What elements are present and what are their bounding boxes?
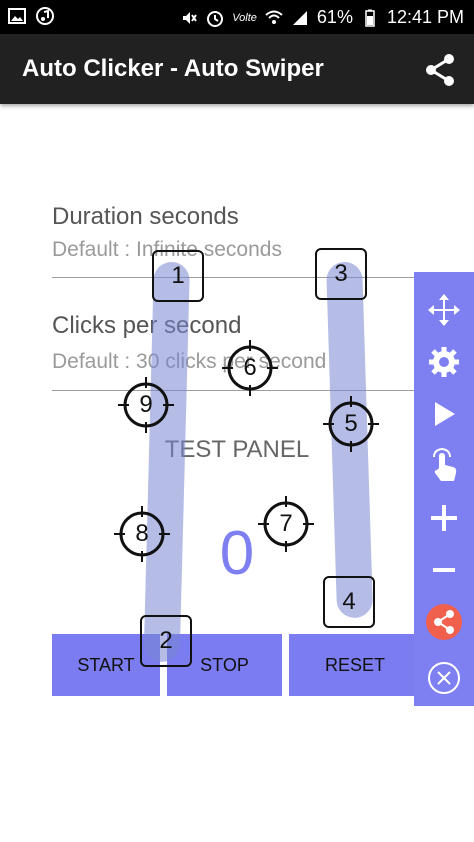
swipe-point-2[interactable]: 2	[140, 615, 192, 667]
click-target-7-label: 7	[279, 510, 293, 537]
signal-icon	[292, 10, 307, 25]
app-title: Auto Clicker - Auto Swiper	[22, 55, 324, 82]
add-target-button[interactable]	[426, 500, 462, 536]
click-target-7[interactable]: 7	[258, 496, 314, 552]
move-icon	[428, 294, 460, 326]
click-target-5-label: 5	[344, 410, 358, 437]
play-icon	[435, 402, 455, 426]
clicks-input[interactable]: Default : 30 clicks per second	[52, 350, 326, 374]
battery-percent: 61%	[316, 7, 353, 27]
play-button[interactable]	[426, 396, 462, 432]
close-icon	[428, 662, 460, 694]
swipe-point-4[interactable]: 4	[323, 576, 375, 628]
clicks-title: Clicks per second	[52, 312, 242, 339]
click-counter: 0	[219, 519, 255, 588]
floating-control-panel[interactable]	[414, 272, 474, 706]
battery-icon	[365, 9, 375, 27]
settings-icon	[429, 347, 459, 377]
image-notification-icon	[8, 8, 26, 24]
click-target-5[interactable]: 5	[323, 396, 379, 452]
app-bar: Auto Clicker - Auto Swiper	[0, 34, 474, 104]
click-target-6-label: 6	[243, 354, 257, 381]
duration-title: Duration seconds	[52, 203, 239, 230]
click-target-9-label: 9	[139, 391, 153, 418]
status-bar: Volte 61% 12:41 PM	[0, 0, 474, 34]
test-panel-label: TEST PANEL	[164, 436, 310, 463]
remove-icon	[433, 568, 455, 572]
network-label: Volte	[232, 11, 257, 24]
settings-button[interactable]	[426, 344, 462, 380]
touch-icon	[433, 447, 457, 481]
wifi-icon	[265, 10, 283, 24]
move-button[interactable]	[426, 292, 462, 328]
click-target-9[interactable]: 9	[118, 377, 174, 433]
mute-icon	[183, 11, 198, 24]
close-panel-button[interactable]	[426, 660, 462, 696]
alarm-icon	[207, 10, 224, 27]
swipe-point-3[interactable]: 3	[315, 248, 367, 300]
click-target-8-label: 8	[135, 520, 149, 547]
swipe-point-1[interactable]: 1	[152, 250, 204, 302]
click-target-6[interactable]: 6	[222, 340, 278, 396]
remove-target-button[interactable]	[426, 552, 462, 588]
add-icon	[431, 505, 457, 531]
panel-share-button[interactable]	[426, 604, 462, 640]
reset-button[interactable]: RESET	[289, 634, 421, 696]
click-target-8[interactable]: 8	[114, 506, 170, 562]
share-icon[interactable]	[422, 52, 458, 88]
share-icon	[426, 604, 462, 640]
touch-mode-button[interactable]	[426, 447, 462, 484]
music-notification-icon	[36, 7, 54, 25]
clock: 12:41 PM	[386, 7, 464, 27]
